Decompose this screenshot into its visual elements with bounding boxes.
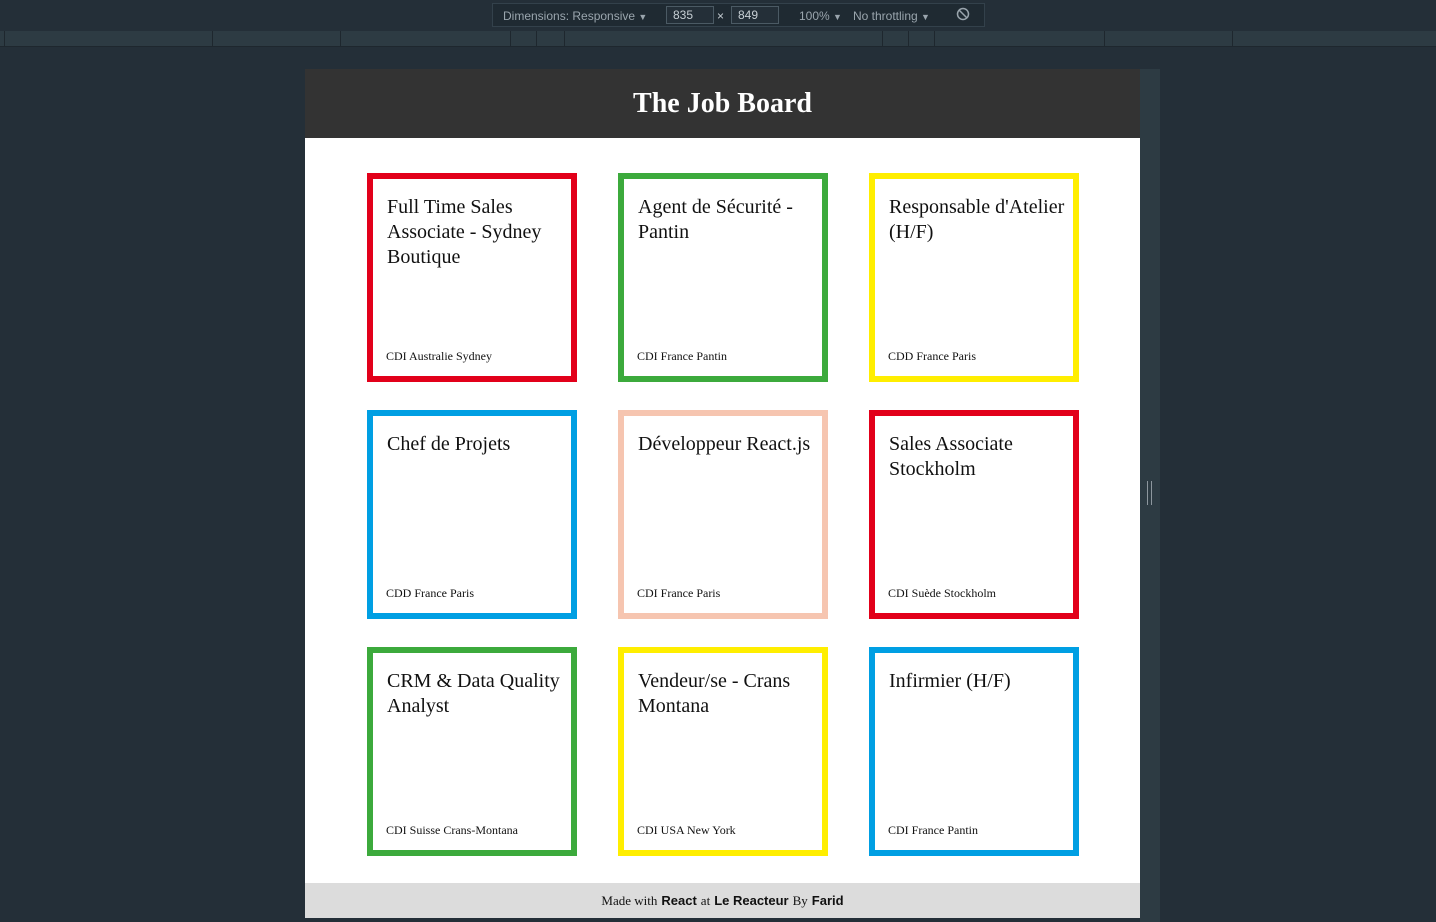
job-meta: CDD France Paris <box>888 349 976 363</box>
chevron-down-icon: ▼ <box>833 12 842 22</box>
zoom-dropdown[interactable]: 100% ▼ <box>799 9 842 23</box>
throttling-dropdown[interactable]: No throttling ▼ <box>853 9 930 23</box>
job-card[interactable]: Chef de Projets CDD France Paris <box>367 410 577 619</box>
media-query-ruler <box>0 31 1436 47</box>
throttling-label: No throttling <box>853 9 918 23</box>
devtools-toolbar: Dimensions: Responsive ▼ 835 × 849 100% … <box>0 0 1436 31</box>
app-footer: Made with React at Le Reacteur By Farid <box>305 883 1140 918</box>
job-title: Développeur React.js <box>638 433 811 455</box>
job-title: CRM & Data Quality Analyst <box>387 670 560 717</box>
ruler-segment[interactable] <box>934 31 1105 46</box>
job-card[interactable]: Full Time Sales Associate - Sydney Bouti… <box>367 173 577 382</box>
ruler-segment[interactable] <box>536 31 565 46</box>
ruler-segment[interactable] <box>564 31 883 46</box>
footer-made-with: Made with <box>601 892 658 908</box>
job-title: Responsable d'Atelier (H/F) <box>889 196 1065 243</box>
job-meta: CDI France Pantin <box>637 349 727 363</box>
job-meta: CDI Australie Sydney <box>386 349 492 363</box>
job-title: Infirmier (H/F) <box>889 670 1011 692</box>
page-title: The Job Board <box>633 87 812 119</box>
job-title: Chef de Projets <box>387 433 511 455</box>
footer-author: Farid <box>811 893 844 908</box>
job-meta: CDI France Pantin <box>888 823 978 837</box>
dimensions-dropdown[interactable]: Dimensions: Responsive ▼ <box>503 9 647 23</box>
job-meta: CDI USA New York <box>637 823 736 837</box>
job-card[interactable]: Développeur React.js CDI France Paris <box>618 410 828 619</box>
app-header: The Job Board <box>305 69 1140 138</box>
dimensions-label: Dimensions: Responsive <box>503 9 636 23</box>
zoom-label: 100% <box>799 9 830 23</box>
job-title: Vendeur/se - Crans Montana <box>638 670 791 717</box>
job-meta: CDI Suisse Crans-Montana <box>386 823 518 837</box>
width-input[interactable]: 835 <box>666 6 714 24</box>
ruler-segment[interactable] <box>510 31 537 46</box>
ruler-segment[interactable] <box>1232 31 1436 46</box>
ruler-segment[interactable] <box>212 31 341 46</box>
device-toolbar: Dimensions: Responsive ▼ 835 × 849 100% … <box>492 3 985 27</box>
footer-at: at <box>700 892 711 908</box>
job-meta: CDD France Paris <box>386 586 474 600</box>
job-card[interactable]: Responsable d'Atelier (H/F) CDD France Pa… <box>869 173 1079 382</box>
job-card[interactable]: Vendeur/se - Crans Montana CDI USA New Yo… <box>618 647 828 856</box>
job-grid: Full Time Sales Associate - Sydney Bouti… <box>367 173 1079 856</box>
chevron-down-icon: ▼ <box>921 12 930 22</box>
viewport-resize-handle[interactable] <box>1140 69 1160 922</box>
ruler-segment[interactable] <box>1104 31 1233 46</box>
rotate-icon[interactable] <box>956 7 970 25</box>
footer-school: Le Reacteur <box>714 893 789 908</box>
job-meta: CDI France Paris <box>637 586 721 600</box>
ruler-segment[interactable] <box>340 31 511 46</box>
device-viewport: The Job Board Full Time Sales Associate … <box>305 69 1140 918</box>
job-title: Full Time Sales Associate - Sydney Bouti… <box>387 196 542 268</box>
ruler-segment[interactable] <box>908 31 935 46</box>
resize-grip-icon <box>1147 481 1152 505</box>
job-card[interactable]: Sales Associate Stockholm CDI Suède Stock… <box>869 410 1079 619</box>
job-card[interactable]: Agent de Sécurité - Pantin CDI France Pan… <box>618 173 828 382</box>
job-title: Agent de Sécurité - Pantin <box>638 196 793 243</box>
job-card[interactable]: Infirmier (H/F) CDI France Pantin <box>869 647 1079 856</box>
footer-by: By <box>792 892 808 908</box>
ruler-segment[interactable] <box>882 31 909 46</box>
job-card[interactable]: CRM & Data Quality Analyst CDI Suisse Cra… <box>367 647 577 856</box>
chevron-down-icon: ▼ <box>638 12 648 22</box>
job-meta: CDI Suède Stockholm <box>888 586 996 600</box>
job-title: Sales Associate Stockholm <box>889 433 1013 480</box>
ruler-segment[interactable] <box>4 31 213 46</box>
height-input[interactable]: 849 <box>731 6 779 24</box>
footer-react: React <box>661 893 697 908</box>
times-sign: × <box>717 9 725 23</box>
